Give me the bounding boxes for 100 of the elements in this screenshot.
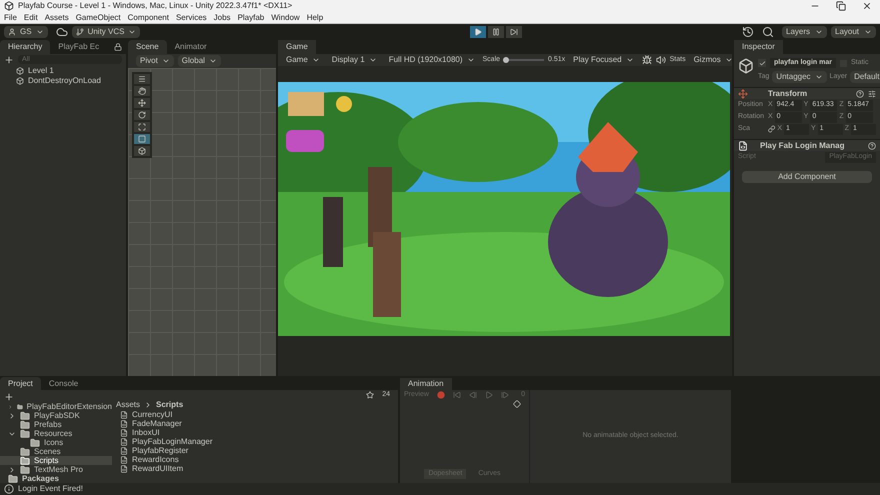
- expand-icon[interactable]: [8, 412, 16, 420]
- resolution-dropdown[interactable]: Full HD (1920x1080): [384, 54, 479, 66]
- menu-item[interactable]: Playfab: [238, 12, 264, 24]
- menu-item[interactable]: Assets: [44, 12, 69, 24]
- add-icon[interactable]: [4, 392, 14, 402]
- expand-icon[interactable]: [8, 402, 13, 410]
- tag-dropdown[interactable]: Untaggec: [772, 71, 827, 84]
- pivot-dropdown[interactable]: Pivot: [136, 54, 174, 67]
- star-icon[interactable]: [366, 391, 374, 399]
- layers-dropdown[interactable]: Layers: [782, 26, 827, 38]
- folder-icon: [30, 438, 40, 448]
- scale-thumb[interactable]: [503, 56, 510, 63]
- script-asset-name[interactable]: RewardUIItem: [132, 462, 184, 474]
- folder-icon: [20, 464, 30, 474]
- step-button[interactable]: [506, 26, 522, 38]
- panel-tab[interactable]: Inspector: [734, 40, 783, 54]
- scale-tool-button[interactable]: [134, 122, 150, 132]
- active-checkbox[interactable]: [758, 59, 766, 68]
- panel-tab[interactable]: Animator: [166, 40, 215, 54]
- folder-icon: [20, 420, 30, 430]
- breadcrumb-link[interactable]: Scripts: [156, 399, 184, 411]
- panel-tab[interactable]: Scene: [128, 40, 167, 54]
- cube-icon: [16, 66, 24, 75]
- component-header[interactable]: Play Fab Login Manag: [734, 139, 880, 152]
- play-mode-dropdown[interactable]: Play Focused: [569, 54, 638, 66]
- cloud-icon[interactable]: [56, 26, 68, 38]
- app-logo-icon: [4, 1, 14, 11]
- layout-dropdown[interactable]: Layout: [831, 26, 876, 38]
- script-asset-name[interactable]: PlayFabLoginManager: [132, 436, 212, 448]
- expand-icon[interactable]: [8, 466, 16, 474]
- folder-item[interactable]: Scenes: [0, 447, 112, 456]
- version-control-dropdown[interactable]: Unity VCS: [72, 26, 140, 38]
- grip-tool-button[interactable]: [134, 74, 150, 84]
- folder-item[interactable]: Icons: [0, 438, 112, 447]
- menu-item[interactable]: Jobs: [214, 12, 231, 24]
- space-dropdown[interactable]: Global: [178, 54, 221, 67]
- scale-icon: [138, 122, 146, 131]
- folder-item[interactable]: Scripts: [0, 456, 112, 465]
- search-icon[interactable]: [762, 26, 774, 38]
- menu-item[interactable]: Services: [176, 12, 207, 24]
- script-asset-name[interactable]: RewardIcons: [132, 454, 179, 466]
- panel-tab[interactable]: Game: [278, 40, 316, 54]
- account-dropdown[interactable]: GS: [4, 26, 48, 38]
- component-header[interactable]: Transform: [734, 87, 880, 100]
- menu-item[interactable]: Component: [128, 12, 169, 24]
- add-component-button[interactable]: Add Component: [742, 171, 872, 184]
- keyframe-icon[interactable]: [513, 400, 521, 408]
- script-asset-name[interactable]: FadeManager: [132, 418, 182, 430]
- move-icon: [138, 98, 146, 107]
- scale-slider[interactable]: [504, 58, 544, 61]
- sliders-icon[interactable]: [868, 90, 876, 98]
- menu-item[interactable]: Edit: [24, 12, 38, 24]
- script-asset-name[interactable]: InboxUI: [132, 426, 160, 438]
- move-tool-button[interactable]: [134, 98, 150, 108]
- script-asset-name[interactable]: PlayfabRegister: [132, 444, 188, 456]
- history-icon[interactable]: [742, 26, 754, 38]
- bug-icon[interactable]: [642, 54, 652, 65]
- user-icon: [8, 28, 16, 36]
- rotate-tool-button[interactable]: [134, 110, 150, 120]
- rect-tool-button[interactable]: [134, 134, 150, 144]
- speaker-icon[interactable]: [656, 54, 666, 65]
- lock-icon[interactable]: [114, 42, 122, 51]
- help-icon[interactable]: [868, 142, 876, 150]
- cube-icon: [738, 58, 754, 74]
- layer-dropdown[interactable]: Default: [850, 71, 880, 84]
- folder-item[interactable]: PlayFabSDK: [0, 411, 112, 420]
- transform-tool-button[interactable]: [134, 146, 150, 156]
- game-mode-dropdown[interactable]: Game: [282, 54, 324, 66]
- folder-item[interactable]: Packages: [0, 474, 112, 483]
- menu-item[interactable]: Help: [306, 12, 324, 24]
- grip-icon: [138, 74, 146, 83]
- add-icon[interactable]: [4, 54, 14, 65]
- panel-tab[interactable]: PlayFab Ec: [50, 40, 108, 54]
- breadcrumb-link[interactable]: Assets: [116, 399, 140, 411]
- panel-tab[interactable]: Project: [0, 377, 41, 391]
- hierarchy-item[interactable]: Level 1: [0, 66, 126, 76]
- folder-icon: [20, 428, 30, 438]
- play-button[interactable]: [470, 26, 486, 38]
- panel-tab[interactable]: Hierarchy: [0, 40, 50, 54]
- pause-button[interactable]: [488, 26, 504, 38]
- folder-item[interactable]: TextMesh Pro: [0, 465, 112, 474]
- folder-icon: [8, 474, 18, 484]
- menu-item[interactable]: Window: [271, 12, 300, 24]
- folder-item[interactable]: Resources: [0, 429, 112, 438]
- panel-tab[interactable]: Console: [40, 377, 86, 391]
- hand-tool-button[interactable]: [134, 86, 150, 96]
- record-icon[interactable]: [436, 391, 445, 399]
- script-asset-name[interactable]: CurrencyUI: [132, 408, 172, 420]
- folder-item[interactable]: PlayFabEditorExtension: [0, 402, 112, 411]
- check-icon: [758, 60, 766, 67]
- hand-icon: [138, 86, 146, 95]
- display-dropdown[interactable]: Display 1: [328, 54, 381, 66]
- menu-item[interactable]: File: [4, 12, 17, 24]
- panel-tab[interactable]: Animation: [400, 378, 452, 390]
- close-icon[interactable]: [862, 1, 872, 11]
- folder-item[interactable]: Prefabs: [0, 420, 112, 429]
- hierarchy-item[interactable]: DontDestroyOnLoad: [0, 76, 126, 86]
- maximize-icon[interactable]: [836, 1, 846, 11]
- help-icon[interactable]: [856, 90, 864, 98]
- menu-item[interactable]: GameObject: [76, 12, 121, 24]
